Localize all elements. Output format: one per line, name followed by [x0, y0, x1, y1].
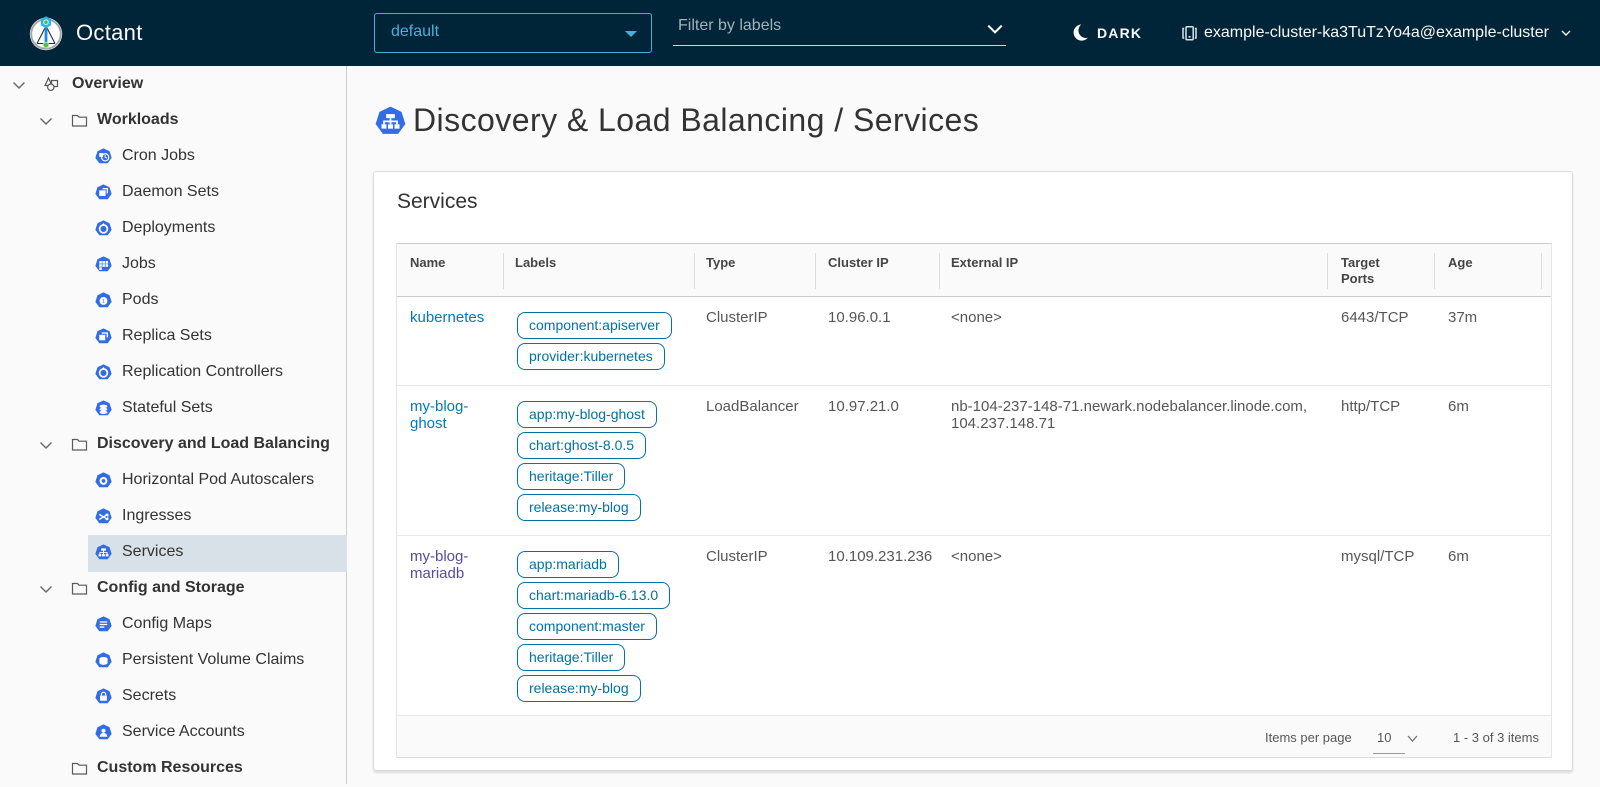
svg-text:1: 1	[102, 299, 105, 305]
